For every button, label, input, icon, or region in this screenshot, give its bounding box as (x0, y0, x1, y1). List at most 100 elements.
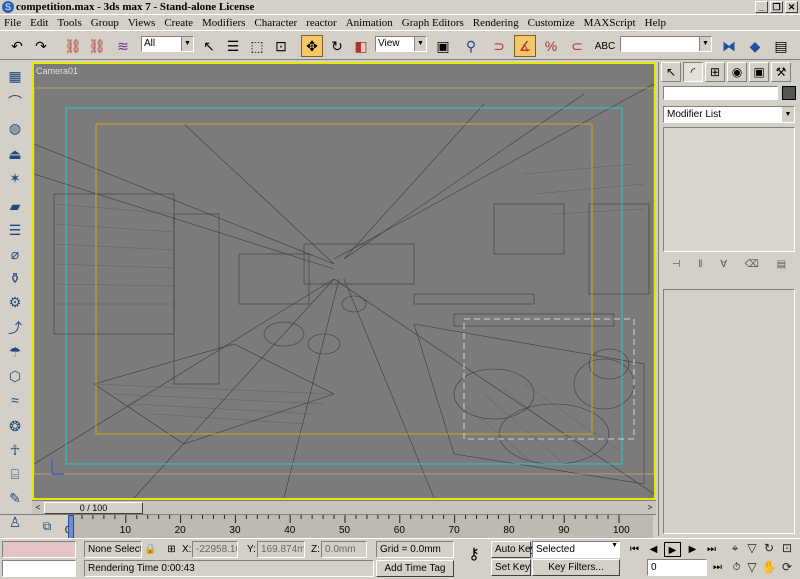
angle-snap-icon[interactable]: ∡ (514, 35, 536, 57)
unlink-selection-icon[interactable]: ⛓ (86, 35, 108, 57)
x-coordinate-field[interactable]: -22958.105 (192, 541, 238, 558)
time-slider[interactable]: < 0 / 100 > (32, 500, 656, 514)
restore-button[interactable]: ❐ (770, 1, 783, 13)
set-key-mode-icon[interactable]: ⚷ (460, 547, 488, 571)
show-end-result-icon[interactable]: ‖ (698, 259, 702, 270)
pin-stack-icon[interactable]: ⊣ (672, 259, 681, 270)
named-selection-dropdown[interactable]: ▼ (620, 36, 712, 52)
create-sphere-icon[interactable]: ◍ (4, 118, 26, 138)
menu-views[interactable]: Views (128, 17, 155, 29)
previous-frame-icon[interactable]: ◀ (645, 542, 662, 557)
select-and-link-icon[interactable]: ⛓ (62, 35, 84, 57)
menu-modifiers[interactable]: Modifiers (202, 17, 245, 29)
create-tab-icon[interactable]: ↖ (661, 62, 681, 82)
current-frame-field[interactable]: 0 (647, 559, 707, 576)
close-button[interactable]: ✕ (785, 1, 798, 13)
motion-tab-icon[interactable]: ◉ (727, 62, 747, 82)
menu-group[interactable]: Group (91, 17, 119, 29)
go-to-end-icon[interactable]: ⏭ (703, 542, 720, 557)
track-ruler[interactable]: 0102030405060708090100 (65, 515, 653, 539)
selection-filter-dropdown[interactable]: All ▼ (141, 36, 194, 52)
y-coordinate-field[interactable]: 169.874mn (257, 541, 305, 558)
select-and-scale-icon[interactable]: ◧ (350, 35, 372, 57)
select-and-manipulate-icon[interactable]: ⚲ (460, 35, 482, 57)
play-icon[interactable]: ▶ (664, 542, 681, 557)
select-by-name-icon[interactable]: ☰ (222, 35, 244, 57)
spinner-snap-icon[interactable]: ⊂ (566, 35, 588, 57)
rectangular-selection-icon[interactable]: ⬚ (246, 35, 268, 57)
create-plane-icon[interactable]: ⏏ (4, 144, 26, 164)
viewport-label[interactable]: Camera01 (36, 66, 78, 76)
menu-help[interactable]: Help (645, 17, 666, 29)
snaps-toggle-icon[interactable]: ⊃ (488, 35, 510, 57)
undo-icon[interactable]: ↶ (6, 35, 28, 57)
select-and-move-icon[interactable]: ✥ (301, 35, 323, 57)
menu-create[interactable]: Create (164, 17, 193, 29)
field-of-view-icon[interactable]: ▽ (743, 559, 761, 576)
wave-icon[interactable]: ≈ (4, 390, 26, 410)
extrude-icon[interactable]: ⬡ (4, 366, 26, 386)
particle-icon[interactable]: ❂ (4, 416, 26, 436)
auto-key-button[interactable]: Auto Key (491, 541, 536, 558)
time-slider-thumb[interactable]: 0 / 100 (44, 502, 143, 514)
set-key-button[interactable]: Set Key (491, 559, 531, 576)
redo-icon[interactable]: ↷ (30, 35, 52, 57)
object-color-swatch[interactable] (782, 86, 796, 100)
create-shapes-icon[interactable]: ⌒ (4, 92, 26, 112)
z-coordinate-field[interactable]: 0.0mm (321, 541, 367, 558)
arc-rotate-icon[interactable]: ⟳ (778, 559, 796, 576)
camera-viewport[interactable]: Camera01 (32, 62, 656, 500)
go-to-start-icon[interactable]: ⏮ (626, 542, 643, 557)
pivot-center-icon[interactable]: ▣ (432, 35, 454, 57)
minimize-button[interactable]: _ (755, 1, 768, 13)
stack-icon[interactable]: ☰ (4, 220, 26, 240)
key-mode-dropdown[interactable]: Selected ▼ (532, 541, 620, 558)
next-frame-icon[interactable]: ▶ (684, 542, 701, 557)
key-mode-toggle-icon[interactable]: ⏭ (709, 560, 726, 575)
cylinder-icon[interactable]: ⌸ (4, 464, 26, 484)
percent-snap-icon[interactable]: % (540, 35, 562, 57)
time-next-arrow[interactable]: > (644, 502, 656, 514)
lock-selection-icon[interactable]: 🔒 (142, 542, 159, 557)
menu-customize[interactable]: Customize (528, 17, 575, 29)
configure-modifier-sets-icon[interactable]: ▤ (777, 259, 786, 270)
biped-icon[interactable]: ☥ (4, 440, 26, 460)
object-name-field[interactable] (663, 86, 778, 100)
light-icon[interactable]: ☂ (4, 342, 26, 362)
menu-tools[interactable]: Tools (57, 17, 81, 29)
lathe-icon[interactable]: ⚱ (4, 268, 26, 288)
maxscript-output-field[interactable] (2, 560, 76, 577)
align-icon[interactable]: ◆ (744, 35, 766, 57)
edit-named-selections-icon[interactable]: ABC (594, 35, 616, 57)
menu-graph-editors[interactable]: Graph Editors (402, 17, 464, 29)
menu-edit[interactable]: Edit (30, 17, 48, 29)
menu-reactor[interactable]: reactor (306, 17, 337, 29)
create-star-icon[interactable]: ✶ (4, 168, 26, 188)
menu-character[interactable]: Character (254, 17, 297, 29)
layers-icon[interactable]: ▰ (4, 196, 26, 216)
bend-icon[interactable]: ⤴ (4, 318, 26, 338)
mini-curve-editor-icon[interactable]: ⧉ (38, 517, 56, 535)
modify-tab-icon[interactable]: ◜ (683, 62, 703, 82)
window-crossing-icon[interactable]: ⊡ (270, 35, 292, 57)
pan-icon[interactable]: ✋ (760, 559, 778, 576)
menu-animation[interactable]: Animation (346, 17, 393, 29)
time-prev-arrow[interactable]: < (32, 502, 44, 514)
add-time-tag-button[interactable]: Add Time Tag (376, 560, 454, 577)
create-geometry-icon[interactable]: ▦ (4, 66, 26, 86)
select-and-rotate-icon[interactable]: ↻ (326, 35, 348, 57)
menu-file[interactable]: File (4, 17, 21, 29)
select-object-icon[interactable]: ↖ (198, 35, 220, 57)
remove-modifier-icon[interactable]: ⌫ (745, 259, 759, 270)
ref-coord-dropdown[interactable]: View ▼ (375, 36, 427, 52)
zoom-icon[interactable]: ⌖ (726, 540, 744, 557)
maximize-viewport-icon[interactable]: ⊡ (778, 540, 796, 557)
modifier-stack[interactable] (663, 127, 795, 252)
mirror-icon[interactable]: ⧓ (718, 35, 740, 57)
bind-to-space-warp-icon[interactable]: ≋ (112, 35, 134, 57)
paint-icon[interactable]: ✎ (4, 488, 26, 508)
tube-icon[interactable]: ⌀ (4, 244, 26, 264)
zoom-all-icon[interactable]: ▽ (743, 540, 761, 557)
modifier-list-dropdown[interactable]: Modifier List ▼ (663, 106, 795, 123)
key-filters-button[interactable]: Key Filters... (532, 559, 620, 576)
